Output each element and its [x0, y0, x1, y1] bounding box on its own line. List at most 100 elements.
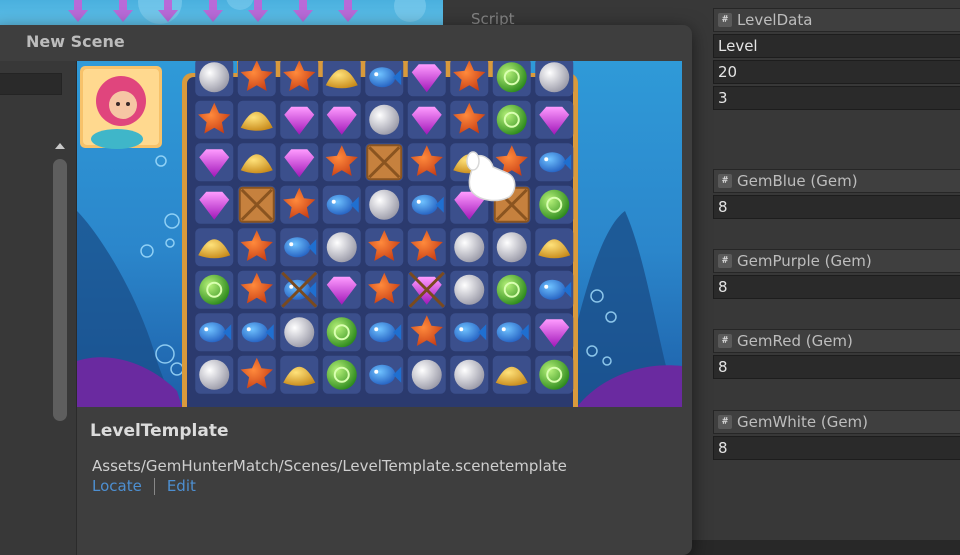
board-cell-fish: [492, 313, 531, 352]
goal-header-gemwhite[interactable]: # GemWhite (Gem): [713, 410, 960, 434]
goal-header-gemred[interactable]: # GemRed (Gem): [713, 329, 960, 353]
board-cell-orb: [322, 313, 361, 352]
level-name-field[interactable]: Level: [713, 34, 960, 58]
board-cell-star: [237, 270, 276, 309]
template-path: Assets/GemHunterMatch/Scenes/LevelTempla…: [92, 457, 567, 475]
board-cell-pearl: [365, 185, 404, 224]
goal-count-field[interactable]: 8: [713, 195, 960, 219]
board-cell-star: [450, 61, 489, 97]
board-cell-gem: [280, 100, 319, 139]
board-cell-shell: [322, 61, 361, 97]
template-search-input[interactable]: [0, 73, 62, 95]
board-cell-star: [407, 143, 446, 182]
board-cell-star: [407, 228, 446, 267]
board-cell-star: [280, 61, 319, 97]
board-cell-gem: [195, 143, 234, 182]
board-cell-orb: [492, 100, 531, 139]
board-cell-shell: [195, 228, 234, 267]
hash-icon: #: [718, 174, 732, 188]
board-cell-fish: [365, 313, 404, 352]
dialog-title: New Scene: [26, 32, 125, 51]
board-cell-fish: [195, 313, 234, 352]
down-arrow-icon: [248, 0, 268, 22]
board-cell-orb: [322, 355, 361, 394]
mermaid-portrait-icon: [80, 66, 162, 149]
board-cell-star: [365, 270, 404, 309]
down-arrow-icon: [293, 0, 313, 22]
hash-icon: #: [718, 13, 732, 27]
board-cell-fish: [365, 61, 404, 97]
board-cell-crate: [365, 143, 404, 182]
board-cell-fish: [280, 228, 319, 267]
board-cell-fish: [535, 270, 574, 309]
board-cell-gem: [535, 313, 574, 352]
board-cell-gem: [322, 270, 361, 309]
down-arrow-icon: [158, 0, 178, 22]
template-name: LevelTemplate: [90, 421, 229, 441]
template-details-panel: LevelTemplate Assets/GemHunterMatch/Scen…: [77, 407, 682, 555]
board-cell-star: [322, 143, 361, 182]
board-cell-shell: [492, 355, 531, 394]
board-cell-orb: [492, 270, 531, 309]
board-cell-star: [237, 228, 276, 267]
board-cell-pearl: [322, 228, 361, 267]
level-data-type: LevelData: [737, 11, 813, 29]
down-arrow-icon: [203, 0, 223, 22]
board-cell-fish: [365, 355, 404, 394]
template-list-panel: [0, 61, 77, 555]
board-cell-fish: [322, 185, 361, 224]
down-arrow-icon: [338, 0, 358, 22]
board-cell-pearl: [450, 355, 489, 394]
board-cell-orb: [535, 185, 574, 224]
board-cell-star: [237, 61, 276, 97]
board-cell-fish: [535, 143, 574, 182]
board-cell-shell: [237, 143, 276, 182]
board-cell-star: [195, 100, 234, 139]
goal-header-gemblue[interactable]: # GemBlue (Gem): [713, 169, 960, 193]
board-cell-shell: [237, 100, 276, 139]
board-cell-pearl: [195, 355, 234, 394]
goal-gem-name: GemBlue (Gem): [737, 172, 858, 190]
board-cell-fish: [450, 313, 489, 352]
board-cell-fish: [237, 313, 276, 352]
goal-header-gempurple[interactable]: # GemPurple (Gem): [713, 249, 960, 273]
level-stars-field[interactable]: 3: [713, 86, 960, 110]
board-cell-pearl: [450, 270, 489, 309]
board-cell-pearl: [407, 355, 446, 394]
board-cell-pearl: [195, 61, 234, 97]
edit-link[interactable]: Edit: [167, 477, 196, 495]
new-scene-dialog: New Scene LevelTemplate Assets/GemHunter…: [0, 25, 692, 555]
board-cell-fish: [407, 185, 446, 224]
goal-count-field[interactable]: 8: [713, 436, 960, 460]
board-cell-pearl: [280, 313, 319, 352]
level-number-field[interactable]: 20: [713, 60, 960, 84]
hash-icon: #: [718, 415, 732, 429]
goal-count-field[interactable]: 8: [713, 355, 960, 379]
locate-link[interactable]: Locate: [92, 477, 142, 495]
template-actions: Locate Edit: [92, 477, 196, 495]
board-cell-gem: [535, 100, 574, 139]
board-cell-orb: [535, 355, 574, 394]
board-cell-gem: [407, 61, 446, 97]
goal-gem-name: GemRed (Gem): [737, 332, 853, 350]
board-cell-pearl: [365, 100, 404, 139]
board-cell-gem: [407, 100, 446, 139]
level-data-header[interactable]: # LevelData: [713, 8, 960, 32]
goal-gem-name: GemPurple (Gem): [737, 252, 872, 270]
board-cell-shell: [535, 228, 574, 267]
scrollbar-thumb[interactable]: [53, 159, 67, 421]
board-cell-star: [365, 228, 404, 267]
template-preview-image: [77, 61, 682, 407]
down-arrow-icon: [68, 0, 88, 22]
board-cell-gem: [195, 185, 234, 224]
board-cell-star: [450, 100, 489, 139]
board-cell-star: [280, 185, 319, 224]
board-cell-orb: [195, 270, 234, 309]
down-arrow-icon: [113, 0, 133, 22]
scroll-up-arrow-icon[interactable]: [55, 143, 65, 149]
board-cell-pearl: [450, 228, 489, 267]
board-cell-gem: [280, 143, 319, 182]
goal-count-field[interactable]: 8: [713, 275, 960, 299]
goal-gem-name: GemWhite (Gem): [737, 413, 869, 431]
board-cell-crate: [237, 185, 276, 224]
